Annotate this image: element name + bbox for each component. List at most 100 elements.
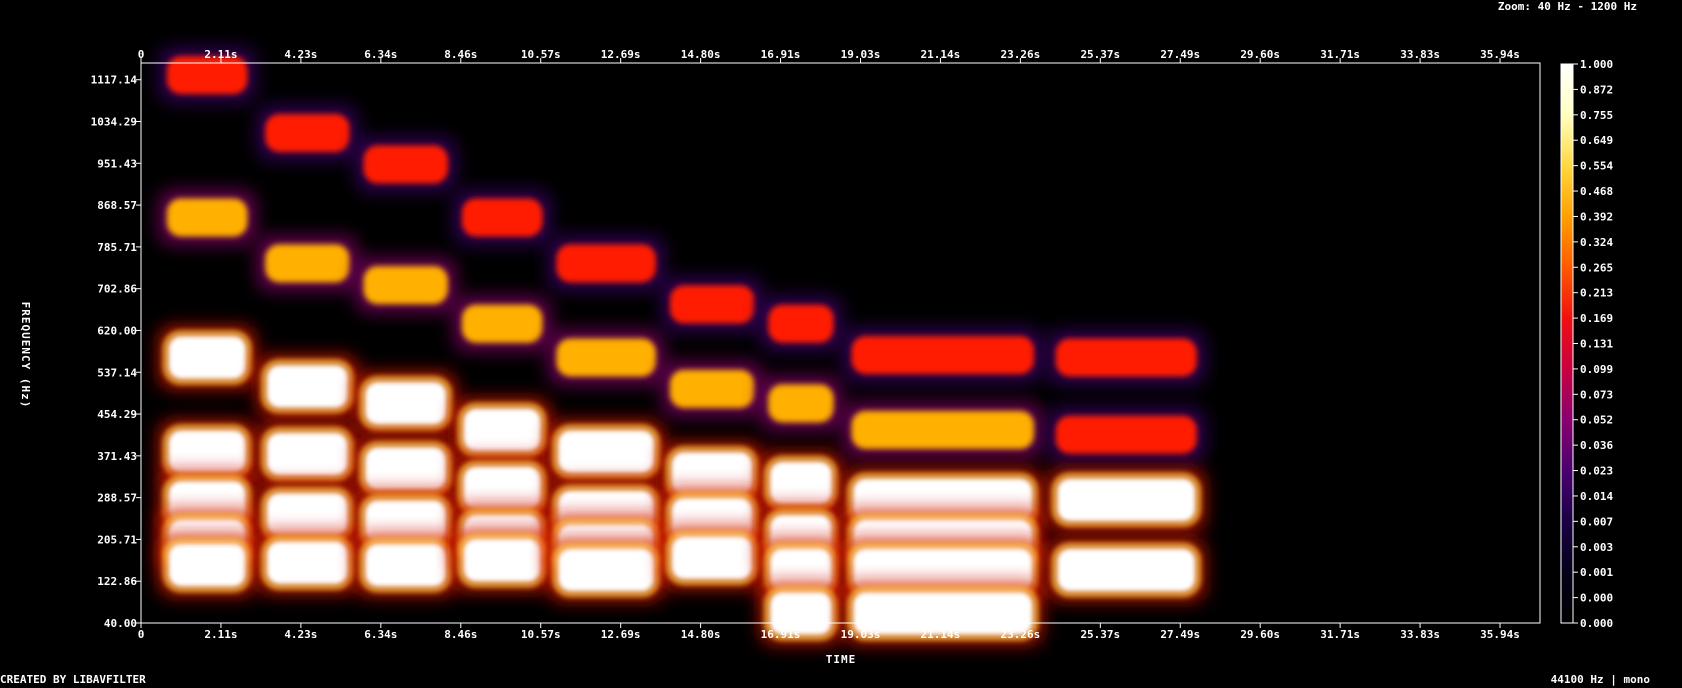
x-tick-label: 12.69s bbox=[601, 48, 641, 61]
x-axis-top: 0 2.11s 4.23s 6.34s 8.46s 10.57s 12.69s 14.80s 1… bbox=[138, 48, 1520, 63]
x-tick-label: 16.91s bbox=[761, 628, 801, 641]
colorbar-tick-label: 0.324 bbox=[1580, 236, 1613, 249]
band-core bbox=[265, 114, 350, 152]
band-core bbox=[265, 431, 350, 478]
x-tick-label: 35.94s bbox=[1480, 48, 1520, 61]
band-core bbox=[166, 198, 248, 237]
x-tick-label: 21.14s bbox=[921, 48, 961, 61]
band-core bbox=[1055, 338, 1197, 377]
colorbar-tick-label: 0.131 bbox=[1580, 338, 1613, 351]
x-tick-label: 12.69s bbox=[601, 628, 641, 641]
x-tick-label: 14.80s bbox=[681, 48, 721, 61]
zoom-readout: Zoom: 40 Hz - 1200 Hz bbox=[1498, 0, 1637, 13]
band-core bbox=[851, 410, 1035, 449]
colorbar-tick-label: 0.003 bbox=[1580, 541, 1613, 554]
colorbar-tick-label: 0.000 bbox=[1580, 592, 1613, 605]
y-tick-label: 785.71 bbox=[97, 241, 137, 254]
band-core bbox=[265, 363, 350, 410]
colorbar-tick-label: 0.872 bbox=[1580, 83, 1613, 96]
band-core bbox=[363, 542, 448, 589]
band-core bbox=[768, 304, 834, 343]
y-tick-label: 454.29 bbox=[97, 408, 137, 421]
band-core bbox=[851, 336, 1035, 375]
credit-text: CREATED BY LIBAVFILTER bbox=[0, 673, 146, 686]
x-tick-label: 2.11s bbox=[204, 48, 237, 61]
y-tick-label: 951.43 bbox=[97, 157, 137, 170]
band-core bbox=[461, 406, 543, 453]
x-tick-label: 0 bbox=[138, 628, 145, 641]
colorbar-tick-label: 0.073 bbox=[1580, 388, 1613, 401]
x-tick-label: 35.94s bbox=[1480, 628, 1520, 641]
band-core bbox=[461, 198, 543, 237]
x-tick-label: 25.37s bbox=[1080, 628, 1120, 641]
x-tick-label: 33.83s bbox=[1400, 48, 1440, 61]
colorbar-tick-label: 1.000 bbox=[1580, 58, 1613, 71]
y-tick-label: 868.57 bbox=[97, 199, 137, 212]
band-core bbox=[669, 534, 755, 581]
x-tick-label: 23.26s bbox=[1000, 48, 1040, 61]
x-tick-label: 14.80s bbox=[681, 628, 721, 641]
y-tick-label: 537.14 bbox=[97, 366, 137, 379]
x-tick-label: 31.71s bbox=[1320, 48, 1360, 61]
x-tick-label: 23.26s bbox=[1000, 628, 1040, 641]
colorbar-tick-label: 0.007 bbox=[1580, 515, 1613, 528]
band-core bbox=[669, 285, 755, 324]
spectrogram-chart: Zoom: 40 Hz - 1200 Hz 0 2.11s 4.23s 6.34s 8.… bbox=[0, 0, 1651, 686]
band-core bbox=[461, 304, 543, 343]
band-core bbox=[363, 145, 448, 184]
x-tick-label: 29.60s bbox=[1240, 48, 1280, 61]
band-core bbox=[556, 244, 656, 283]
x-tick-label: 8.46s bbox=[444, 628, 477, 641]
x-tick-label: 33.83s bbox=[1400, 628, 1440, 641]
x-tick-label: 31.71s bbox=[1320, 628, 1360, 641]
band-core bbox=[363, 445, 448, 492]
colorbar-tick-label: 0.001 bbox=[1580, 566, 1613, 579]
y-axis-title: FREQUENCY (Hz) bbox=[19, 302, 32, 409]
x-tick-label: 27.49s bbox=[1160, 48, 1200, 61]
x-tick-label: 0 bbox=[138, 48, 145, 61]
colorbar-tick-label: 0.000 bbox=[1580, 617, 1613, 630]
x-tick-label: 6.34s bbox=[364, 48, 397, 61]
y-tick-label: 1117.14 bbox=[91, 74, 138, 87]
y-tick-label: 40.00 bbox=[104, 617, 137, 630]
colorbar-tick-label: 0.169 bbox=[1580, 312, 1613, 325]
y-tick-label: 620.00 bbox=[97, 324, 137, 337]
x-tick-label: 10.57s bbox=[521, 628, 561, 641]
y-axis-title-group: FREQUENCY (Hz) bbox=[19, 302, 32, 409]
band-core bbox=[265, 491, 350, 538]
x-tick-label: 2.11s bbox=[204, 628, 237, 641]
colorbar-tick-label: 0.023 bbox=[1580, 465, 1613, 478]
band-core bbox=[1055, 476, 1197, 523]
band-core bbox=[768, 384, 834, 423]
y-axis: 1117.14 1034.29 951.43 868.57 785.71 702.86 62… bbox=[91, 74, 141, 630]
band-core bbox=[166, 428, 248, 475]
band-core bbox=[461, 537, 543, 584]
colorbar-tick-label: 0.649 bbox=[1580, 134, 1613, 147]
colorbar-tick-label: 0.213 bbox=[1580, 287, 1613, 300]
band-core bbox=[166, 334, 248, 381]
colorbar-tick-label: 0.392 bbox=[1580, 210, 1613, 223]
colorbar-tick-label: 0.036 bbox=[1580, 439, 1613, 452]
colorbar-tick-label: 0.014 bbox=[1580, 490, 1613, 503]
y-tick-label: 288.57 bbox=[97, 492, 137, 505]
x-tick-label: 6.34s bbox=[364, 628, 397, 641]
band-core bbox=[461, 464, 543, 511]
band-core bbox=[768, 460, 834, 506]
band-core bbox=[556, 428, 656, 475]
y-tick-label: 205.71 bbox=[97, 533, 137, 546]
band-core bbox=[166, 542, 248, 589]
x-tick-label: 25.37s bbox=[1080, 48, 1120, 61]
band-core bbox=[556, 546, 656, 593]
colorbar-tick-label: 0.755 bbox=[1580, 109, 1613, 122]
x-tick-label: 10.57s bbox=[521, 48, 561, 61]
band-core bbox=[363, 380, 448, 427]
x-tick-label: 29.60s bbox=[1240, 628, 1280, 641]
band-core bbox=[166, 56, 248, 95]
audio-format-text: 44100 Hz | mono bbox=[1551, 673, 1651, 686]
colorbar-tick-label: 0.468 bbox=[1580, 185, 1613, 198]
colorbar bbox=[1561, 64, 1573, 623]
band-core bbox=[556, 338, 656, 377]
band-core bbox=[1055, 546, 1197, 593]
colorbar-ticks: 1.000 0.872 0.755 0.649 0.554 0.468 0.392 0.324… bbox=[1573, 58, 1613, 630]
x-tick-label: 27.49s bbox=[1160, 628, 1200, 641]
